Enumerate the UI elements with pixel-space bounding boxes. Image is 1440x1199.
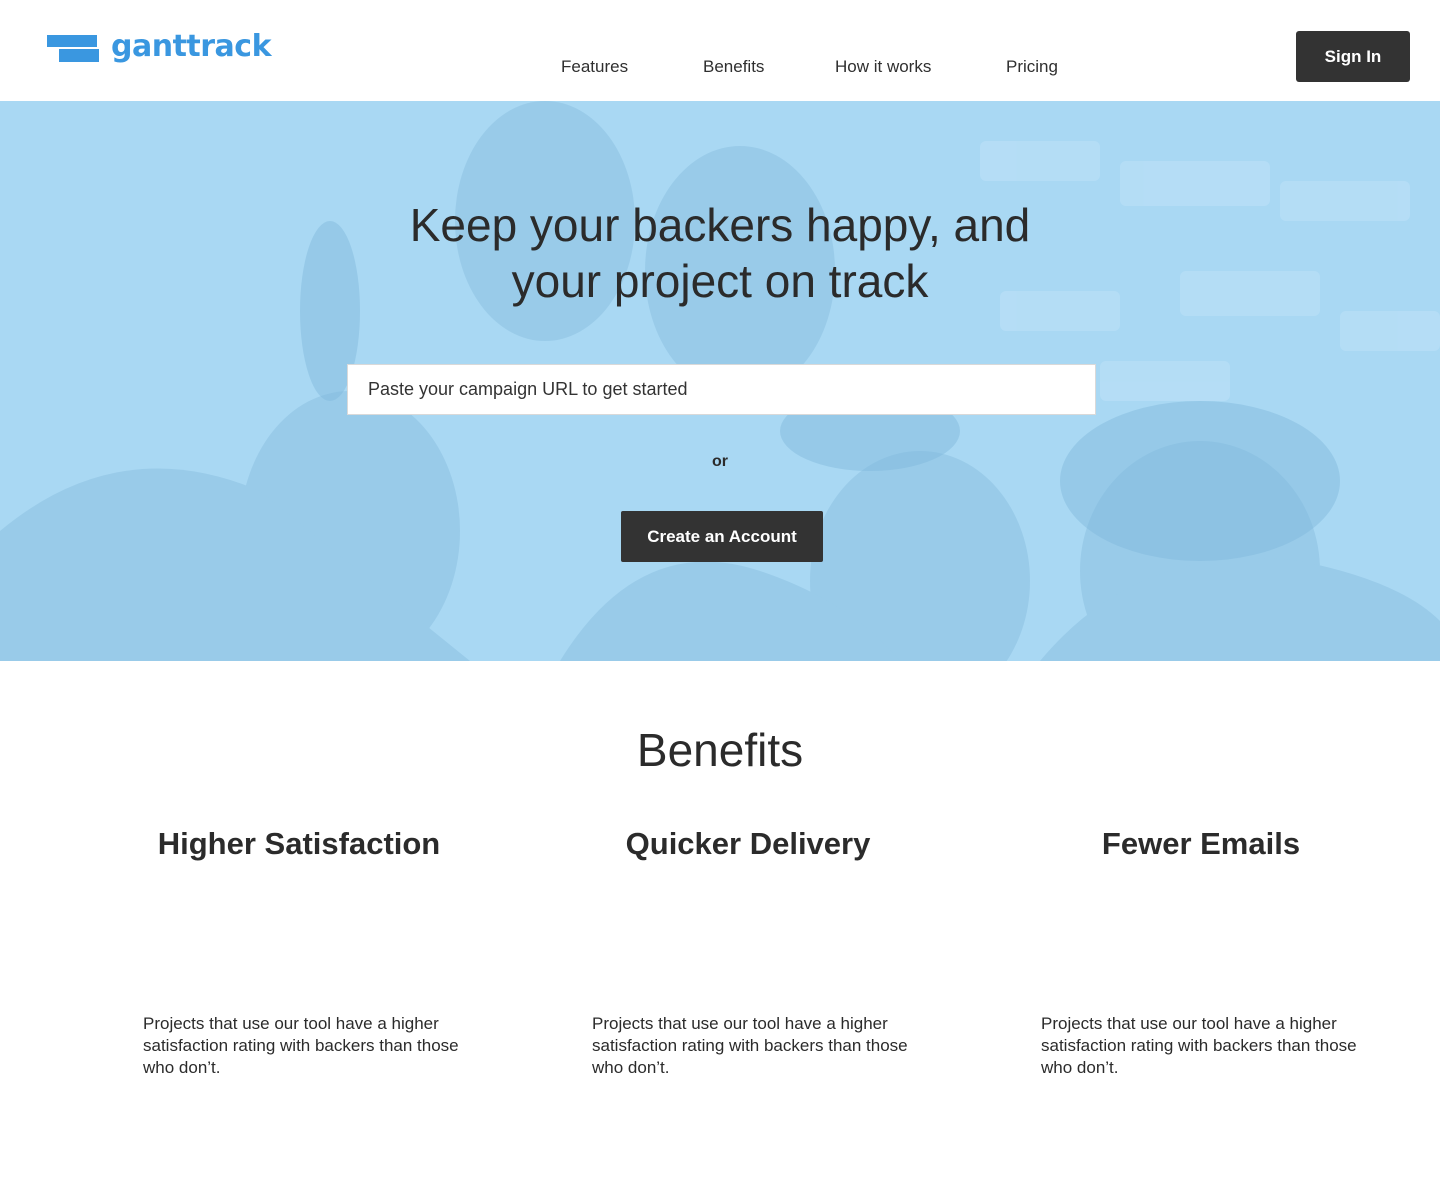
- benefit-title: Fewer Emails: [1101, 826, 1301, 861]
- benefit-description: Projects that use our tool have a higher…: [1041, 1014, 1357, 1077]
- nav-link-benefits[interactable]: Benefits: [703, 57, 764, 77]
- hero-headline: Keep your backers happy, and your projec…: [0, 197, 1440, 309]
- campaign-url-input[interactable]: [347, 364, 1096, 415]
- benefits-heading: Benefits: [636, 724, 804, 776]
- benefit-card-satisfaction: Higher Satisfaction Projects that use ou…: [143, 824, 463, 1077]
- create-account-button[interactable]: Create an Account: [621, 511, 823, 562]
- benefit-card-emails: Fewer Emails Projects that use our tool …: [1041, 824, 1361, 1077]
- or-divider-text: or: [712, 453, 728, 470]
- benefit-description: Projects that use our tool have a higher…: [592, 1014, 908, 1077]
- hero-headline-line-1: Keep your backers happy, and: [409, 199, 1031, 251]
- main-nav: Features Benefits How it works Pricing: [0, 57, 1440, 79]
- benefit-title: Higher Satisfaction: [157, 826, 441, 861]
- hero-section: Keep your backers happy, and your projec…: [0, 101, 1440, 661]
- benefit-description: Projects that use our tool have a higher…: [143, 1014, 459, 1077]
- nav-link-features[interactable]: Features: [561, 57, 628, 77]
- sign-in-button[interactable]: Sign In: [1296, 31, 1410, 82]
- nav-link-how-it-works[interactable]: How it works: [835, 57, 931, 77]
- site-header: ganttrack Features Benefits How it works…: [0, 0, 1440, 101]
- hero-headline-line-2: your project on track: [511, 255, 929, 307]
- nav-link-pricing[interactable]: Pricing: [1006, 57, 1058, 77]
- benefit-card-delivery: Quicker Delivery Projects that use our t…: [592, 824, 912, 1077]
- benefit-title: Quicker Delivery: [625, 826, 871, 861]
